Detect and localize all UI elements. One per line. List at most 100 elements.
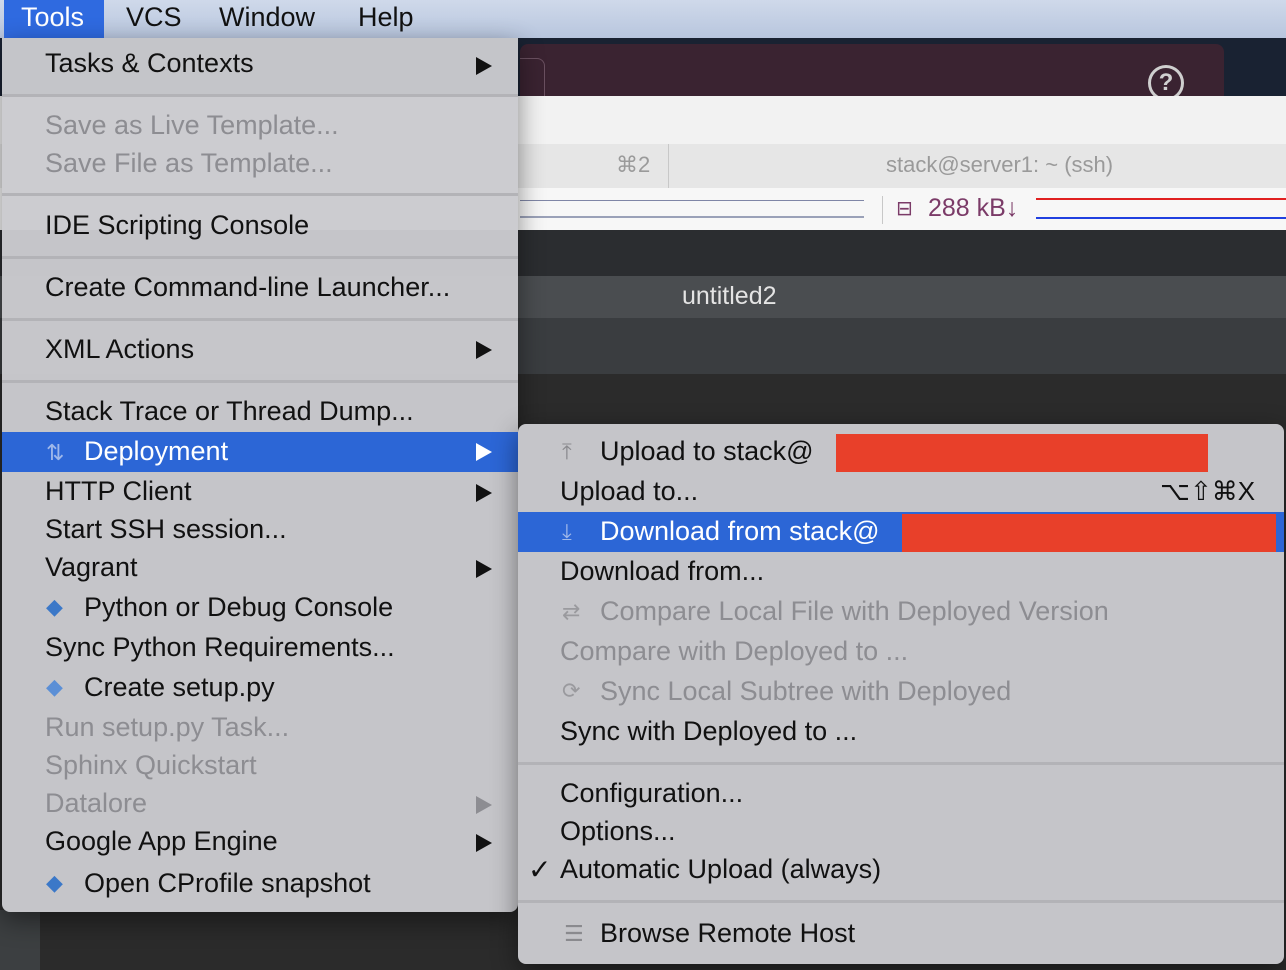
deployment-icon: ⇅ — [46, 440, 65, 465]
sync-icon: ⟳ — [562, 678, 581, 703]
menu-item-tasks-contexts[interactable]: Tasks & Contexts — [2, 46, 518, 86]
menu-item-http-client[interactable]: HTTP Client — [2, 474, 518, 512]
menu-item-browse-remote-host[interactable]: ☰ Browse Remote Host — [518, 914, 1284, 954]
menu-item-label: Download from stack@ — [600, 516, 880, 546]
network-rate: 288 kB↓ — [928, 194, 1019, 222]
background-window-titlebar — [520, 44, 1224, 96]
menu-separator — [2, 193, 518, 196]
menu-item-label: Start SSH session... — [45, 514, 287, 544]
menu-item-create-setup-py[interactable]: ◆ Create setup.py — [2, 668, 518, 708]
menu-item-label: Upload to stack@ — [600, 436, 814, 466]
menu-item-python-debug-console[interactable]: ◆ Python or Debug Console — [2, 588, 518, 628]
menu-item-vagrant[interactable]: Vagrant — [2, 550, 518, 588]
submenu-arrow-icon — [476, 443, 492, 461]
submenu-arrow-icon — [476, 560, 492, 578]
menu-item-compare-with-deployed[interactable]: Compare with Deployed to ... — [518, 634, 1284, 672]
ide-left-gutter — [0, 910, 40, 970]
menu-item-sync-local-subtree[interactable]: ⟳ Sync Local Subtree with Deployed — [518, 672, 1284, 712]
menu-item-label: Tasks & Contexts — [45, 48, 254, 78]
network-graph-line — [520, 200, 864, 201]
menu-item-label: HTTP Client — [45, 476, 192, 506]
menu-item-sync-python-requirements[interactable]: Sync Python Requirements... — [2, 630, 518, 668]
menu-item-download-from-server[interactable]: ⤓ Download from stack@ — [518, 512, 1284, 552]
menu-item-label: Open CProfile snapshot — [84, 868, 371, 898]
menu-item-label: Compare Local File with Deployed Version — [600, 596, 1109, 626]
menu-item-download-from[interactable]: Download from... — [518, 554, 1284, 592]
menu-item-start-ssh[interactable]: Start SSH session... — [2, 512, 518, 550]
menu-item-compare-local-file[interactable]: ⇄ Compare Local File with Deployed Versi… — [518, 592, 1284, 632]
menu-item-sync-with-deployed[interactable]: Sync with Deployed to ... — [518, 714, 1284, 752]
terminal-tab-ssh[interactable]: stack@server1: ~ (ssh) — [886, 152, 1113, 178]
network-graph-line — [520, 216, 864, 218]
upload-to-shortcut: ⌥⇧⌘X — [1160, 476, 1256, 506]
menu-item-create-cli-launcher[interactable]: Create Command-line Launcher... — [2, 270, 518, 306]
menu-item-label: Save File as Template... — [45, 148, 333, 178]
upload-icon: ⤒ — [562, 439, 572, 464]
menu-item-google-app-engine[interactable]: Google App Engine — [2, 824, 518, 862]
menu-item-label: Compare with Deployed to ... — [560, 636, 909, 666]
menu-item-label: XML Actions — [45, 334, 195, 364]
menu-item-configuration[interactable]: Configuration... — [518, 776, 1284, 814]
menu-item-upload-to[interactable]: Upload to... ⌥⇧⌘X — [518, 474, 1284, 512]
network-icon: ⊟ — [896, 198, 913, 220]
redaction-block — [902, 514, 1276, 552]
python-icon: ◆ — [46, 594, 63, 619]
submenu-arrow-icon — [476, 341, 492, 359]
python-file-icon: ◆ — [46, 674, 63, 699]
menu-item-label: Deployment — [84, 436, 229, 466]
network-graph-download — [1036, 198, 1286, 200]
menu-item-label: Run setup.py Task... — [45, 712, 290, 742]
terminal-tab-shortcut: ⌘2 — [616, 152, 651, 177]
menu-item-label: Save as Live Template... — [45, 110, 339, 140]
submenu-arrow-icon — [476, 834, 492, 852]
menu-item-deployment[interactable]: ⇅ Deployment — [2, 432, 518, 472]
tools-menu: Tasks & Contexts Save as Live Template..… — [2, 38, 518, 912]
menu-tools[interactable]: Tools — [4, 0, 104, 38]
menu-item-label: Sync with Deployed to ... — [560, 716, 858, 746]
menu-item-label: Sync Local Subtree with Deployed — [600, 676, 1012, 706]
menu-item-xml-actions[interactable]: XML Actions — [2, 332, 518, 368]
menu-separator — [518, 900, 1284, 903]
menu-item-datalore[interactable]: Datalore — [2, 786, 518, 824]
menu-item-label: Create Command-line Launcher... — [45, 272, 451, 302]
menu-item-label: Python or Debug Console — [84, 592, 394, 622]
compare-icon: ⇄ — [562, 599, 581, 624]
menu-item-save-file-template[interactable]: Save File as Template... — [2, 146, 518, 182]
menu-item-open-cprofile[interactable]: ◆ Open CProfile snapshot — [2, 864, 518, 904]
menu-item-label: Browse Remote Host — [600, 918, 856, 948]
menu-window[interactable]: Window — [219, 0, 315, 38]
menu-item-label: Sphinx Quickstart — [45, 750, 257, 780]
network-graph-upload — [1036, 217, 1286, 219]
menu-help[interactable]: Help — [358, 0, 414, 38]
menu-item-automatic-upload[interactable]: ✓ Automatic Upload (always) — [518, 852, 1284, 890]
menu-vcs[interactable]: VCS — [126, 0, 182, 38]
menu-item-save-live-template[interactable]: Save as Live Template... — [2, 108, 518, 144]
list-icon: ☰ — [564, 921, 584, 946]
menu-item-label: Stack Trace or Thread Dump... — [45, 396, 414, 426]
menu-item-sphinx-quickstart[interactable]: Sphinx Quickstart — [2, 748, 518, 786]
menu-item-label: Vagrant — [45, 552, 138, 582]
redaction-block — [836, 434, 1208, 472]
submenu-arrow-icon — [476, 57, 492, 75]
menu-item-label: Google App Engine — [45, 826, 278, 856]
menu-item-stack-trace[interactable]: Stack Trace or Thread Dump... — [2, 394, 518, 430]
menu-item-upload-to-server[interactable]: ⤒ Upload to stack@ — [518, 432, 1284, 472]
download-icon: ⤓ — [562, 519, 572, 544]
menu-separator — [2, 256, 518, 259]
menu-separator — [518, 762, 1284, 765]
profiler-icon: ◆ — [46, 870, 63, 895]
menu-item-label: IDE Scripting Console — [45, 210, 310, 240]
menu-item-label: Configuration... — [560, 778, 744, 808]
menu-item-label: Upload to... — [560, 476, 699, 506]
menu-item-label: Datalore — [45, 788, 148, 818]
tab-divider — [668, 144, 669, 188]
submenu-arrow-icon — [476, 484, 492, 502]
ide-window-title: untitled2 — [682, 282, 777, 310]
checkmark-icon: ✓ — [528, 854, 552, 885]
menu-item-run-setup-task[interactable]: Run setup.py Task... — [2, 710, 518, 748]
background-window-tab — [520, 58, 545, 97]
menu-item-ide-scripting-console[interactable]: IDE Scripting Console — [2, 208, 518, 244]
menu-item-label: Options... — [560, 816, 676, 846]
menu-item-options[interactable]: Options... — [518, 814, 1284, 852]
network-separator — [882, 196, 883, 224]
